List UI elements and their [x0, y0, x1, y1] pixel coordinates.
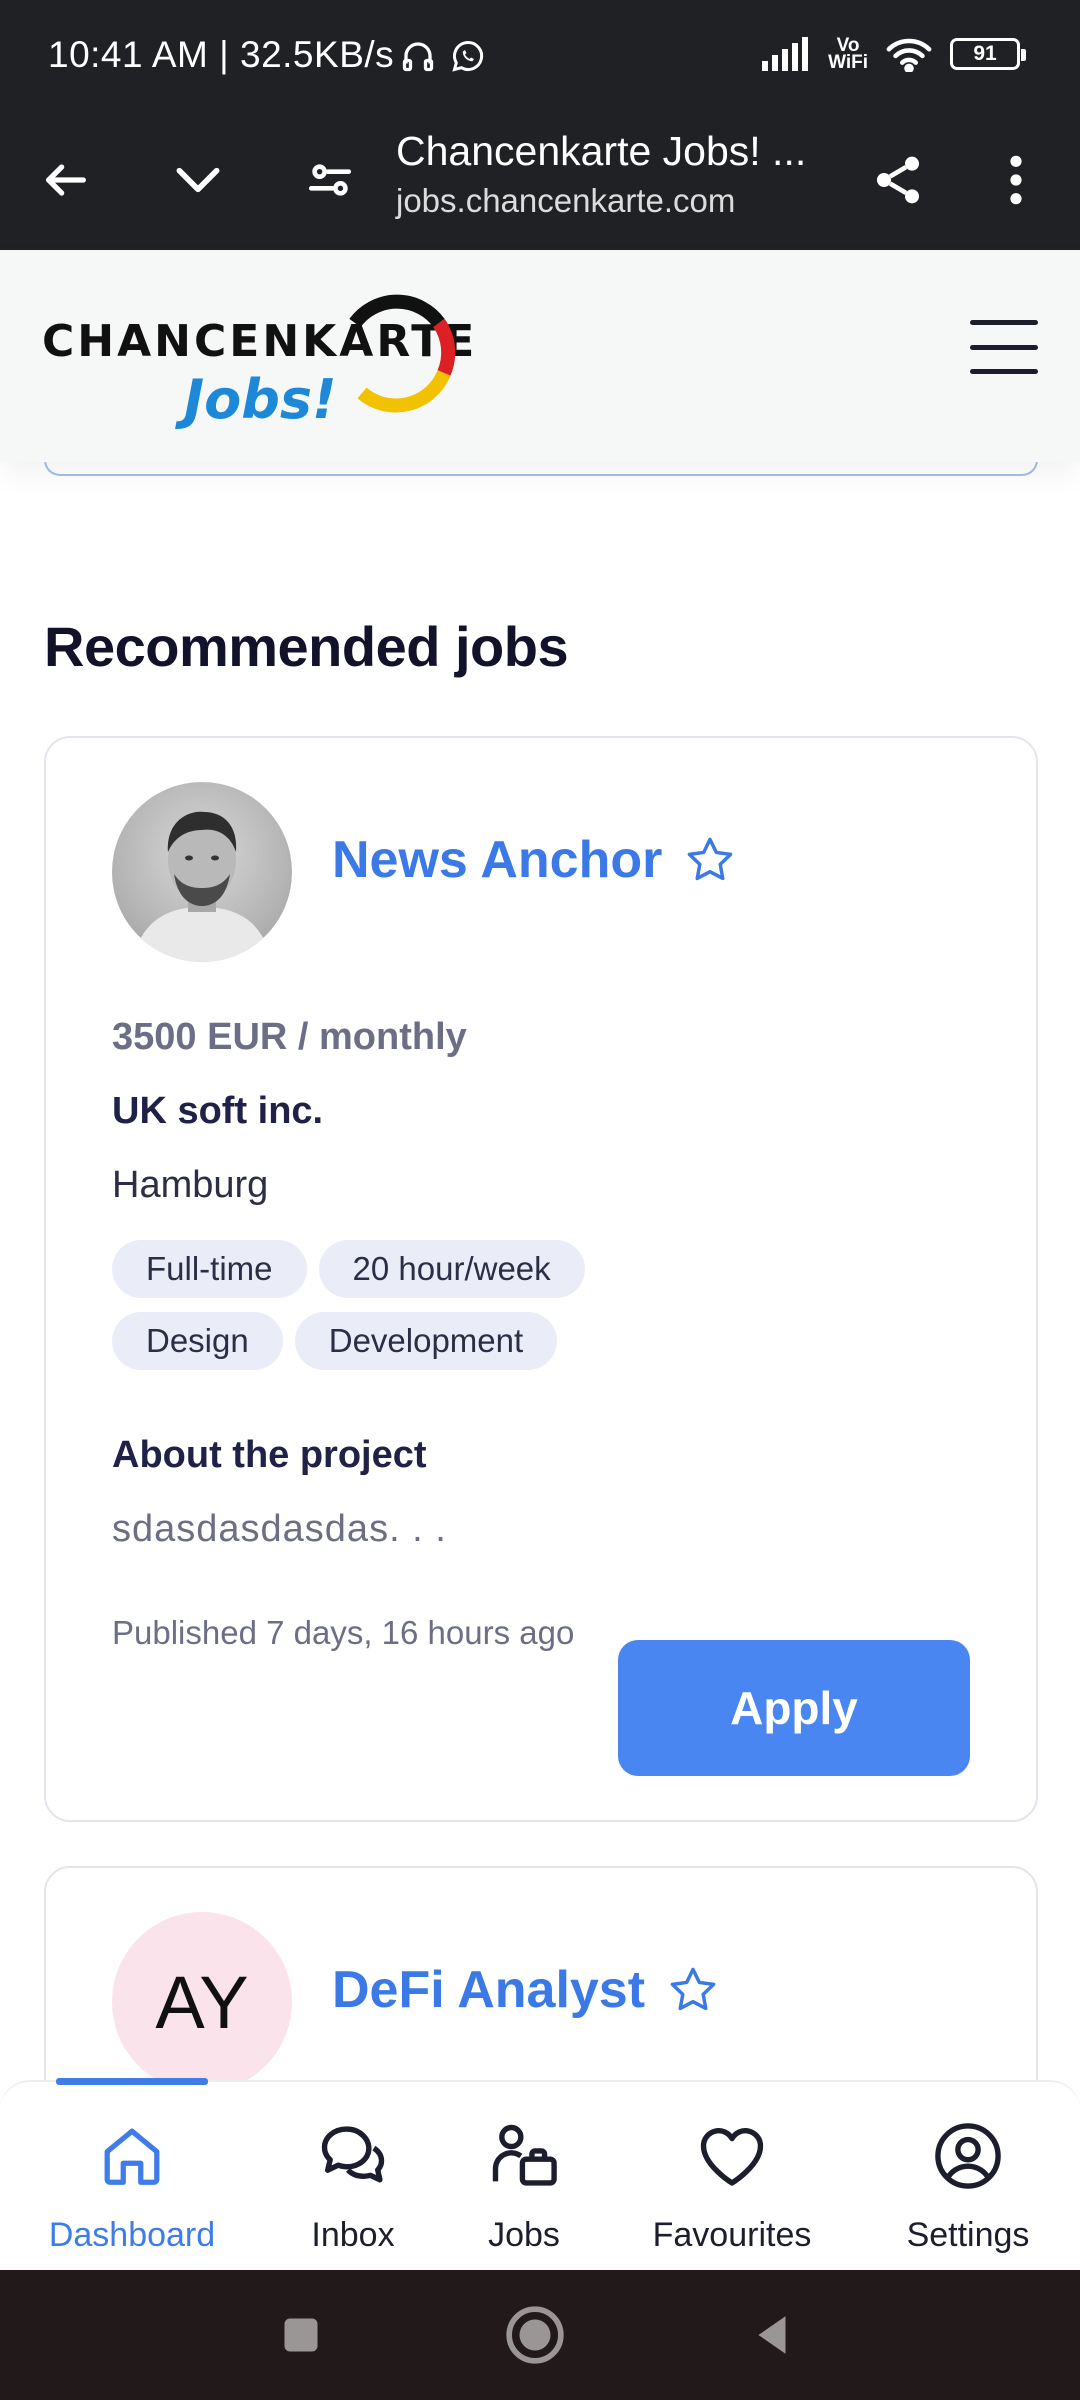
job-salary: 3500 EUR / monthly: [112, 1016, 467, 1058]
bottom-navigation: Dashboard Inbox Jobs Favourites Settings: [0, 2078, 1080, 2272]
nav-item-inbox[interactable]: Inbox: [290, 2082, 416, 2272]
battery-level: 91: [973, 42, 997, 65]
whatsapp-icon: [452, 40, 484, 72]
home-icon: [94, 2118, 170, 2194]
section-heading: Recommended jobs: [44, 615, 569, 678]
german-flag-ring-icon: [349, 294, 456, 413]
recent-apps-icon[interactable]: [266, 2300, 336, 2370]
battery-icon: 91: [950, 38, 1026, 70]
status-time-speed: 10:41 AM | 32.5KB/s: [48, 34, 395, 75]
logo-text-bottom: Jobs!: [184, 368, 337, 431]
job-title-row: News Anchor: [332, 830, 736, 890]
status-system-icons: Vo WiFi 91: [760, 36, 1026, 73]
home-button-icon[interactable]: [500, 2300, 570, 2370]
about-project-title: About the project: [112, 1434, 427, 1476]
back-button-icon[interactable]: [738, 2300, 808, 2370]
nav-item-jobs[interactable]: Jobs: [464, 2082, 584, 2272]
about-project-text: sdasdasdasdas. . .: [112, 1508, 447, 1550]
job-tag: Development: [294, 1312, 558, 1370]
job-company: UK soft inc.: [112, 1090, 324, 1132]
chevron-down-icon[interactable]: [160, 142, 236, 218]
browser-url[interactable]: jobs.chancenkarte.com: [396, 182, 735, 220]
nav-label: Favourites: [652, 2216, 812, 2254]
nav-item-settings[interactable]: Settings: [886, 2082, 1050, 2272]
job-card[interactable]: News Anchor 3500 EUR / monthly UK soft i…: [44, 736, 1038, 1822]
site-header: CHANCENKARTE Jobs!: [0, 250, 1080, 462]
nav-label: Settings: [906, 2216, 1030, 2254]
nav-label: Inbox: [311, 2216, 395, 2254]
site-settings-icon[interactable]: [292, 142, 368, 218]
back-arrow-icon[interactable]: [28, 142, 104, 218]
nav-label: Dashboard: [48, 2216, 216, 2254]
headphones-icon: [402, 42, 434, 72]
job-title[interactable]: DeFi Analyst: [332, 1960, 645, 2020]
company-avatar: [112, 782, 292, 962]
status-bar: 10:41 AM | 32.5KB/s Vo WiFi 91: [0, 0, 1080, 110]
job-tag: Full-time: [112, 1240, 307, 1298]
user-circle-icon: [930, 2118, 1006, 2194]
chat-bubbles-icon: [315, 2118, 391, 2194]
nav-item-favourites[interactable]: Favourites: [638, 2082, 826, 2272]
nav-label: Jobs: [488, 2216, 560, 2254]
job-location: Hamburg: [112, 1164, 269, 1206]
person-briefcase-icon: [486, 2118, 562, 2194]
job-tags: Full-time 20 hour/week Design Developmen…: [112, 1240, 712, 1370]
system-navigation-bar: [0, 2270, 1080, 2400]
nav-item-dashboard[interactable]: Dashboard: [40, 2082, 224, 2272]
job-title-row: DeFi Analyst: [332, 1960, 719, 2020]
vowifi-icon: Vo WiFi: [828, 36, 868, 73]
job-title[interactable]: News Anchor: [332, 830, 662, 890]
browser-page-title[interactable]: Chancenkarte Jobs! ...: [396, 128, 806, 175]
job-tag: 20 hour/week: [318, 1240, 585, 1298]
more-vertical-icon[interactable]: [978, 142, 1054, 218]
wifi-icon: [886, 38, 932, 72]
company-avatar: AY: [112, 1912, 292, 2092]
chancenkarte-logo[interactable]: CHANCENKARTE Jobs!: [42, 288, 474, 431]
status-notification-icons: [400, 38, 486, 74]
star-outline-icon[interactable]: [667, 1964, 719, 2016]
apply-button[interactable]: Apply: [618, 1640, 970, 1776]
published-time: Published 7 days, 16 hours ago: [112, 1614, 575, 1651]
hamburger-menu-icon[interactable]: [970, 320, 1038, 374]
browser-toolbar: Chancenkarte Jobs! ... jobs.chancenkarte…: [0, 110, 1080, 250]
vowifi-label-bottom: WiFi: [828, 52, 868, 73]
heart-icon: [694, 2118, 770, 2194]
share-icon[interactable]: [860, 142, 936, 218]
person-photo-icon: [132, 811, 272, 962]
signal-icon: [762, 37, 809, 71]
job-tag: Design: [112, 1312, 283, 1370]
star-outline-icon[interactable]: [684, 834, 736, 886]
